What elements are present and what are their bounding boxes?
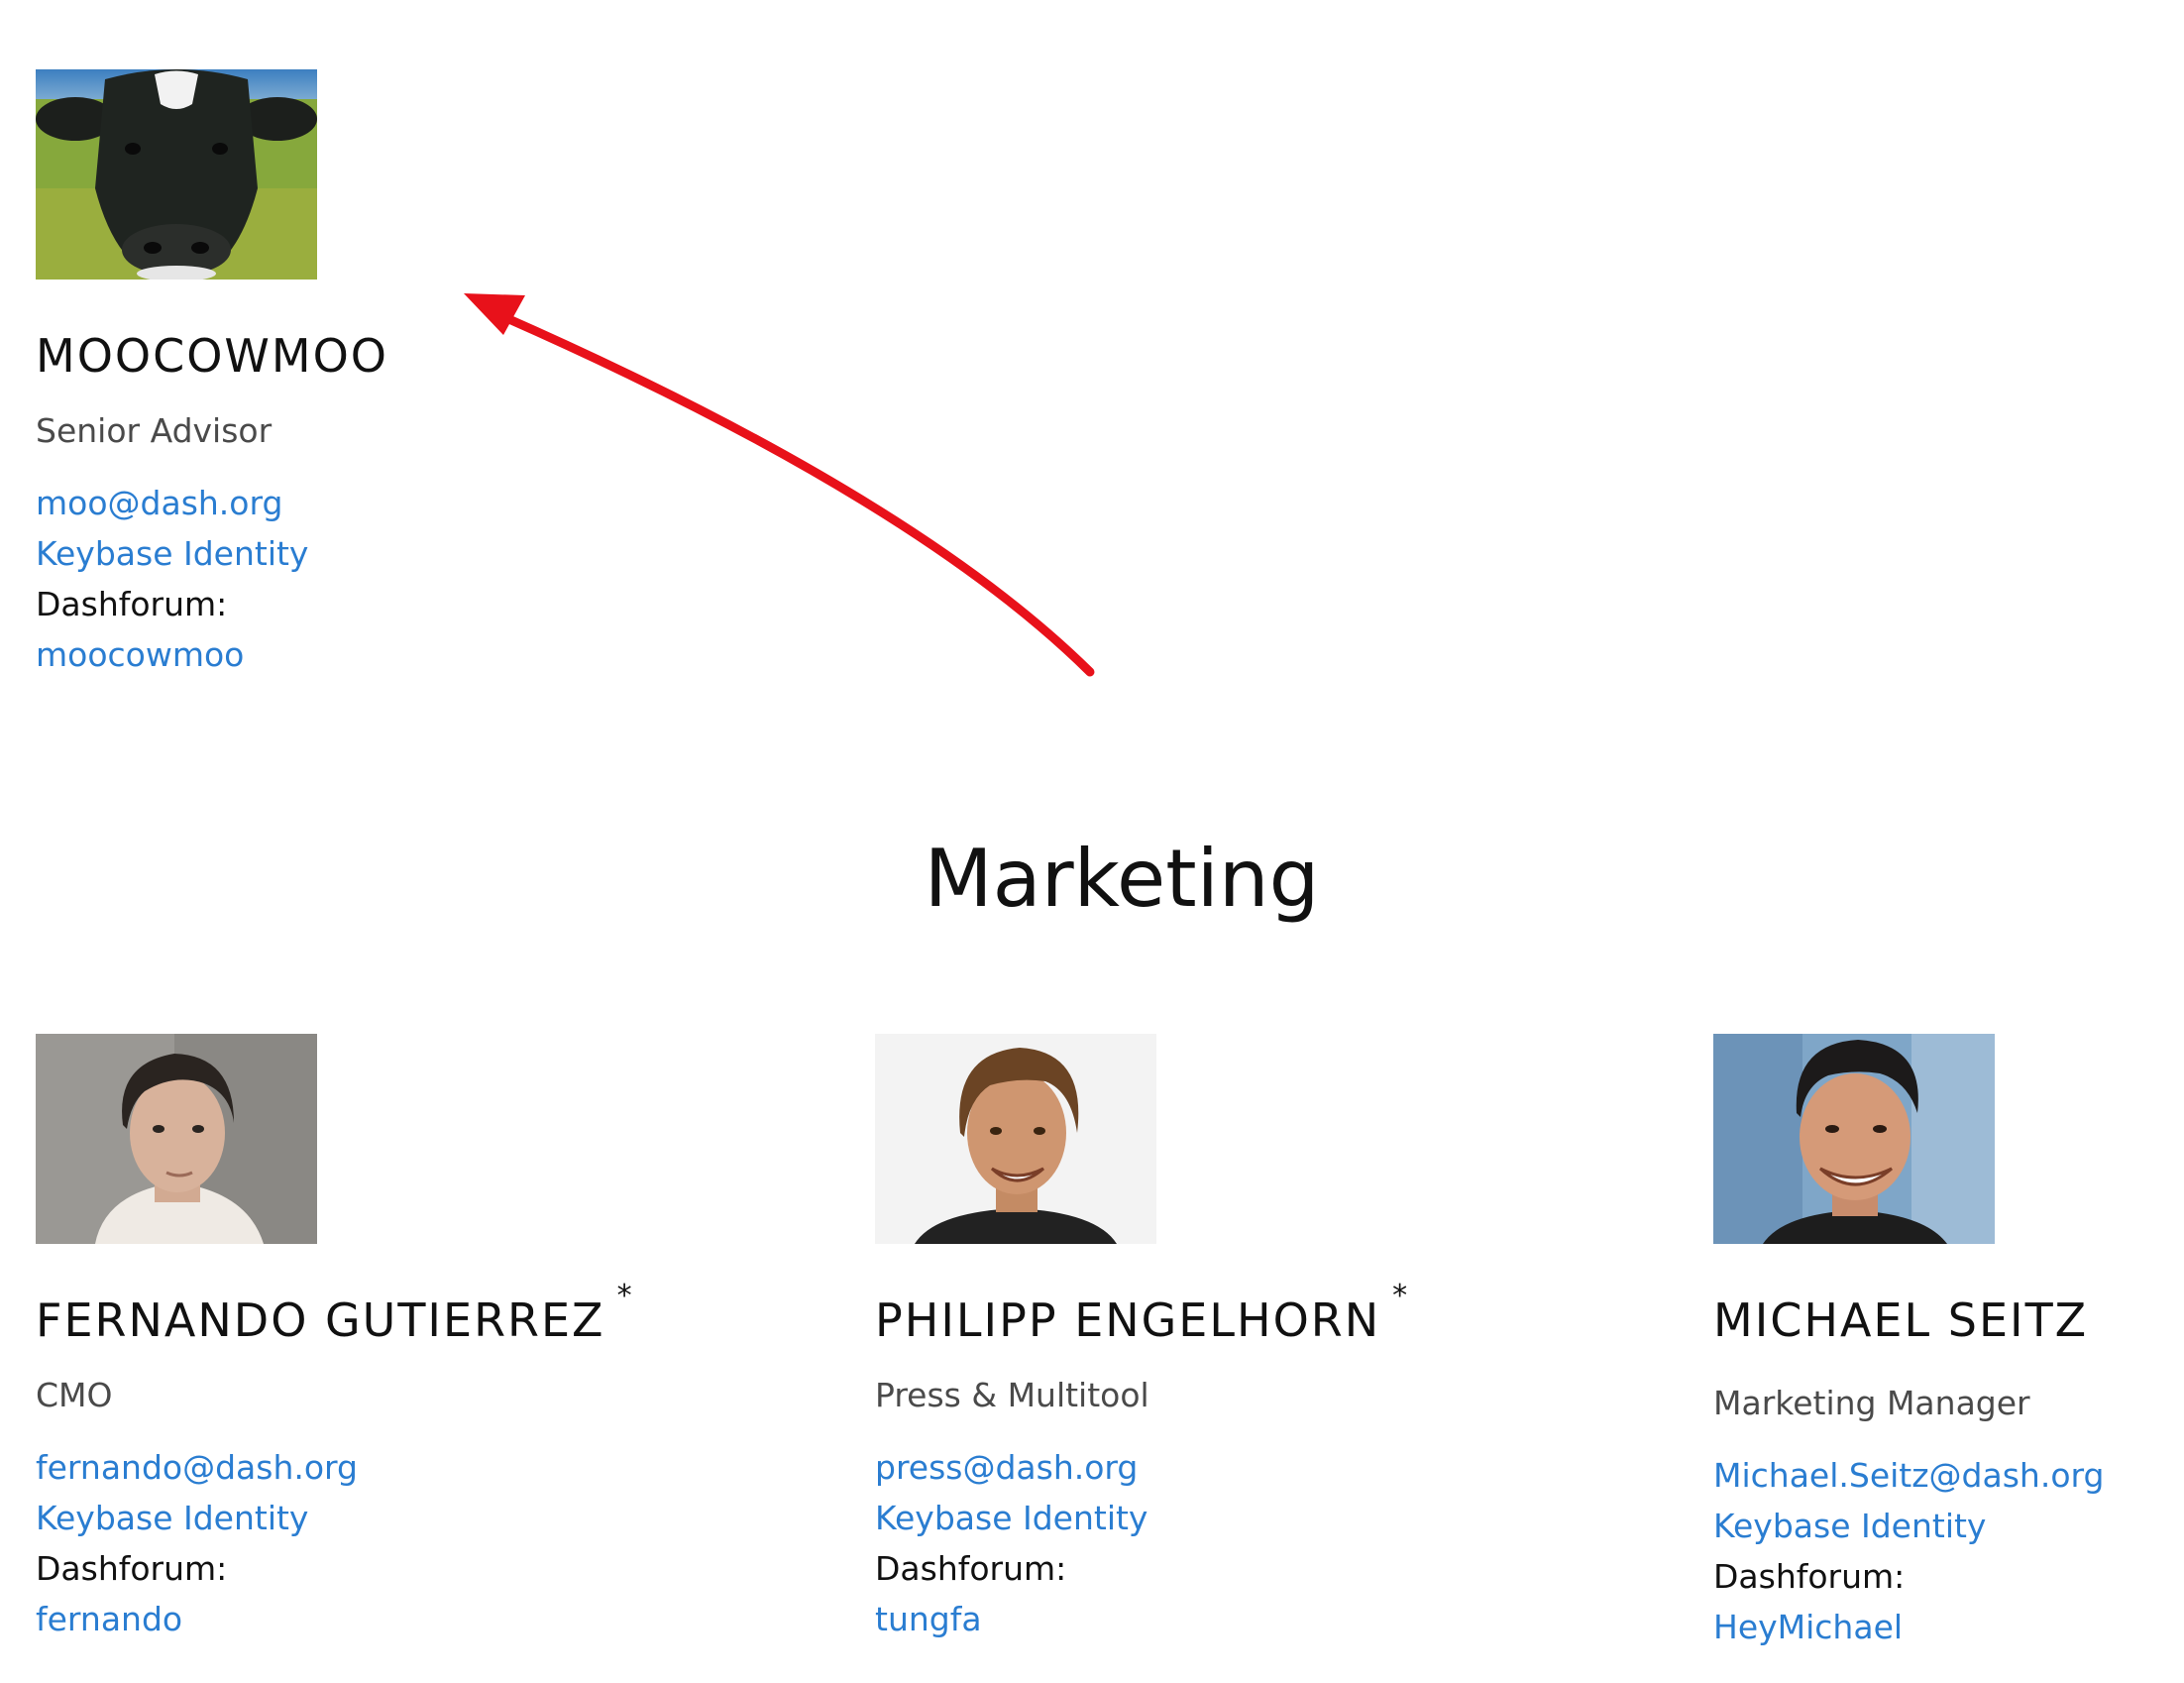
email-link[interactable]: moo@dash.org <box>36 478 809 528</box>
member-name-text: MOOCOWMOO <box>36 329 389 383</box>
dashforum-link[interactable]: moocowmoo <box>36 629 809 680</box>
member-card-fernando: FERNANDO GUTIERREZ * CMO fernando@dash.or… <box>36 1034 809 1644</box>
member-role: CMO <box>36 1375 113 1414</box>
member-card-michael: MICHAEL SEITZ Marketing Manager Michael.… <box>1713 1034 2184 1652</box>
member-name-text: MICHAEL SEITZ <box>1713 1293 2089 1347</box>
member-photo <box>1713 1034 1995 1244</box>
member-role: Senior Advisor <box>36 410 273 450</box>
member-role: Marketing Manager <box>1713 1383 2030 1422</box>
member-contact: Michael.Seitz@dash.org Keybase Identity … <box>1713 1450 2184 1652</box>
keybase-link[interactable]: Keybase Identity <box>875 1493 1648 1543</box>
cow-photo <box>36 69 317 280</box>
asterisk-icon: * <box>616 1279 634 1313</box>
dashforum-link[interactable]: fernando <box>36 1594 809 1644</box>
member-contact: press@dash.org Keybase Identity Dashforu… <box>875 1442 1648 1644</box>
keybase-link[interactable]: Keybase Identity <box>36 1493 809 1543</box>
email-link[interactable]: press@dash.org <box>875 1442 1648 1493</box>
member-name: PHILIPP ENGELHORN * <box>875 1280 1648 1347</box>
dashforum-link[interactable]: HeyMichael <box>1713 1602 2184 1652</box>
email-link[interactable]: Michael.Seitz@dash.org <box>1713 1450 2184 1501</box>
asterisk-icon: * <box>1392 1279 1410 1313</box>
dashforum-label: Dashforum: <box>36 585 228 624</box>
dashforum-label: Dashforum: <box>875 1549 1067 1589</box>
email-link[interactable]: fernando@dash.org <box>36 1442 809 1493</box>
dashforum-label: Dashforum: <box>36 1549 228 1589</box>
member-contact: fernando@dash.org Keybase Identity Dashf… <box>36 1442 809 1644</box>
member-name: MOOCOWMOO <box>36 331 809 382</box>
member-photo <box>875 1034 1156 1244</box>
member-contact: moo@dash.org Keybase Identity Dashforum:… <box>36 478 809 680</box>
member-photo <box>36 1034 317 1244</box>
keybase-link[interactable]: Keybase Identity <box>36 528 809 579</box>
member-role: Press & Multitool <box>875 1375 1149 1414</box>
member-name: FERNANDO GUTIERREZ * <box>36 1280 809 1347</box>
member-name-text: PHILIPP ENGELHORN <box>875 1293 1381 1347</box>
member-card-philipp: PHILIPP ENGELHORN * Press & Multitool pre… <box>875 1034 1648 1644</box>
dashforum-label: Dashforum: <box>1713 1557 1906 1597</box>
member-name-text: FERNANDO GUTIERREZ <box>36 1293 605 1347</box>
member-name: MICHAEL SEITZ <box>1713 1295 2184 1346</box>
section-title: Marketing <box>924 833 1320 925</box>
keybase-link[interactable]: Keybase Identity <box>1713 1501 2184 1551</box>
advisor-card: MOOCOWMOO Senior Advisor moo@dash.org Ke… <box>36 69 809 680</box>
dashforum-link[interactable]: tungfa <box>875 1594 1648 1644</box>
